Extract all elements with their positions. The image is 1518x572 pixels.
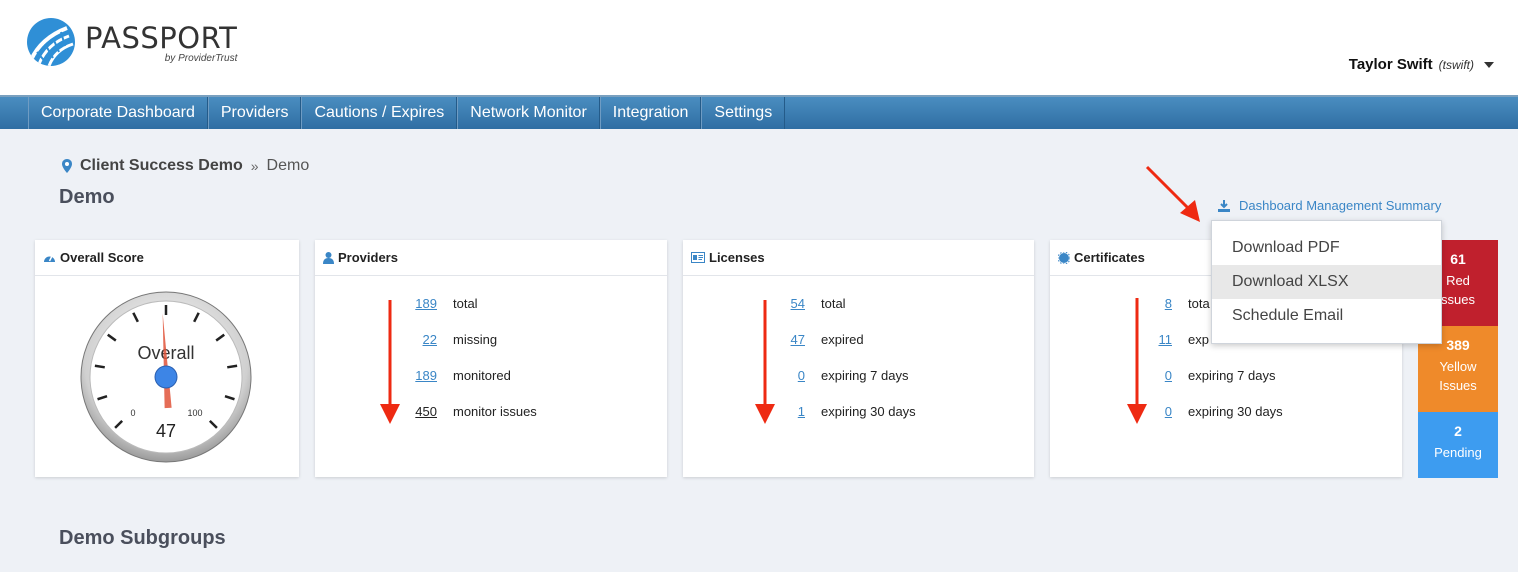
gauge-max-label: 100	[187, 408, 202, 418]
providers-header: Providers	[315, 240, 667, 276]
breadcrumb-current: Demo	[266, 157, 310, 174]
stat-label: tota	[1188, 296, 1210, 311]
nav-cautions-expires[interactable]: Cautions / Expires	[301, 97, 458, 129]
stat-row: 450 monitor issues	[397, 404, 537, 419]
user-name: Taylor Swift	[1348, 56, 1433, 73]
stat-label: expiring 7 days	[821, 368, 909, 383]
user-menu[interactable]: Taylor Swift (tswift)	[1349, 56, 1494, 73]
gauge-hub	[154, 365, 178, 389]
stat-label: expiring 30 days	[1188, 404, 1283, 419]
breadcrumb: Client Success Demo » Demo	[62, 157, 309, 175]
red-arrow-icon	[1145, 165, 1200, 222]
gauge-score: 47	[156, 421, 176, 441]
dashboard-summary-link[interactable]: Dashboard Management Summary	[1218, 198, 1441, 213]
breadcrumb-client[interactable]: Client Success Demo	[80, 157, 243, 175]
certificates-expiring-30-link[interactable]: 0	[1132, 404, 1172, 419]
gauge-tick	[94, 364, 105, 369]
stat-row: 8 tota	[1132, 296, 1210, 311]
main-nav: Corporate Dashboard Providers Cautions /…	[0, 95, 1518, 129]
overall-score-title: Overall Score	[60, 250, 144, 265]
nav-network-monitor[interactable]: Network Monitor	[457, 97, 600, 129]
nav-integration[interactable]: Integration	[599, 97, 702, 129]
stat-label: missing	[453, 332, 498, 347]
summary-dropdown-menu: Download PDF Download XLSX Schedule Emai…	[1211, 220, 1442, 344]
id-card-icon	[691, 252, 705, 263]
certificates-total-link[interactable]: 8	[1132, 296, 1172, 311]
stat-label: expired	[821, 332, 864, 347]
stat-row: 47 expired	[765, 332, 864, 347]
overall-score-header: Overall Score	[35, 240, 299, 276]
stat-row: 11 exp	[1132, 332, 1209, 347]
licenses-header: Licenses	[683, 240, 1034, 276]
app-title: PASSPORT	[85, 21, 238, 55]
providers-monitored-link[interactable]: 189	[397, 368, 437, 383]
providers-missing-link[interactable]: 22	[397, 332, 437, 347]
stat-label: monitored	[453, 368, 511, 383]
licenses-total-link[interactable]: 54	[765, 296, 805, 311]
user-icon	[323, 251, 334, 264]
stat-row: 0 expiring 30 days	[1132, 404, 1283, 419]
pending-count: 2	[1454, 423, 1462, 439]
gauge-tick	[227, 364, 238, 369]
stat-label: expiring 7 days	[1188, 368, 1276, 383]
menu-item-schedule-email[interactable]: Schedule Email	[1212, 299, 1441, 333]
dashboard-summary-label: Dashboard Management Summary	[1239, 198, 1442, 213]
score-gauge: Overall 0 100 47	[80, 291, 252, 463]
licenses-expiring-30-link[interactable]: 1	[765, 404, 805, 419]
nav-providers[interactable]: Providers	[207, 97, 302, 129]
subgroups-title: Demo Subgroups	[59, 527, 226, 549]
stat-label: total	[821, 296, 846, 311]
providers-monitor-issues-link[interactable]: 450	[397, 404, 437, 419]
stat-row: 0 expiring 7 days	[1132, 368, 1276, 383]
stat-label: monitor issues	[453, 404, 537, 419]
licenses-title: Licenses	[709, 250, 765, 265]
logo-icon	[27, 18, 75, 66]
app-logo[interactable]: PASSPORT by ProviderTrust	[27, 18, 237, 66]
stat-row: 189 total	[397, 296, 478, 311]
user-handle: (tswift)	[1438, 57, 1474, 72]
licenses-expired-link[interactable]: 47	[765, 332, 805, 347]
menu-item-download-xlsx[interactable]: Download XLSX	[1212, 265, 1441, 299]
certificates-expired-link[interactable]: 11	[1132, 332, 1173, 347]
nav-corporate-dashboard[interactable]: Corporate Dashboard	[28, 97, 208, 129]
stat-row: 0 expiring 7 days	[765, 368, 909, 383]
stat-row: 54 total	[765, 296, 846, 311]
menu-item-download-pdf[interactable]: Download PDF	[1212, 231, 1441, 265]
providers-card: Providers 189 total 22 missing 189 monitore…	[315, 240, 667, 477]
page-title: Demo	[59, 186, 115, 208]
licenses-expiring-7-link[interactable]: 0	[765, 368, 805, 383]
nav-settings[interactable]: Settings	[701, 97, 786, 129]
pending-label: Pending	[1434, 445, 1482, 460]
yellow-issues-label-2: Issues	[1439, 378, 1477, 393]
certificates-expiring-7-link[interactable]: 0	[1132, 368, 1172, 383]
stat-label: total	[453, 296, 478, 311]
gauge-icon	[44, 255, 55, 262]
gauge-min-label: 0	[130, 408, 135, 418]
yellow-issues-label: Yellow	[1439, 359, 1477, 374]
pending-badge[interactable]: 2 Pending	[1418, 412, 1498, 478]
licenses-card: Licenses 54 total 47 expired 0 expiring 7 d…	[683, 240, 1034, 477]
stat-label: expiring 30 days	[821, 404, 916, 419]
stat-label: exp	[1188, 332, 1209, 347]
overall-score-card: Overall Score Overall 0 100 47	[35, 240, 299, 477]
certificate-icon	[1058, 251, 1070, 264]
stat-row: 22 missing	[397, 332, 498, 347]
download-icon	[1218, 199, 1230, 212]
providers-total-link[interactable]: 189	[397, 296, 437, 311]
app-header: PASSPORT by ProviderTrust Taylor Swift (…	[0, 0, 1518, 95]
caret-down-icon	[1484, 61, 1494, 68]
providers-title: Providers	[338, 250, 398, 265]
stat-row: 189 monitored	[397, 368, 511, 383]
map-pin-icon	[62, 159, 72, 173]
stat-row: 1 expiring 30 days	[765, 404, 916, 419]
certificates-title: Certificates	[1074, 250, 1145, 265]
breadcrumb-separator-icon: »	[250, 158, 259, 174]
